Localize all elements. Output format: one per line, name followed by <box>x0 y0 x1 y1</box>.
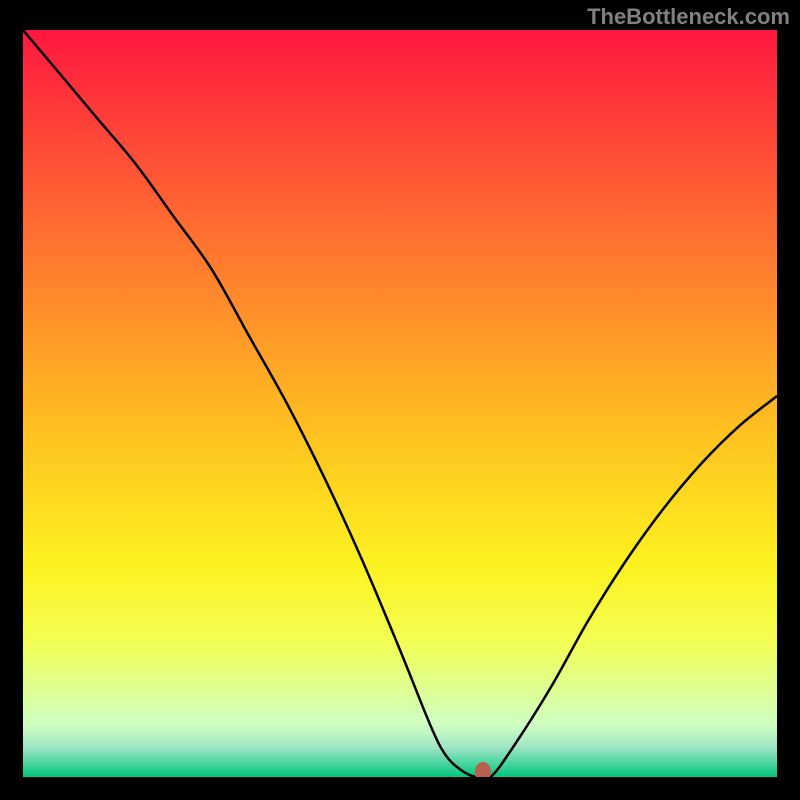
attribution-text: TheBottleneck.com <box>587 4 790 30</box>
plot-area <box>23 30 777 777</box>
optimum-marker <box>475 762 491 777</box>
curve-layer <box>23 30 777 777</box>
chart-container: TheBottleneck.com <box>0 0 800 800</box>
bottleneck-curve <box>23 30 777 777</box>
